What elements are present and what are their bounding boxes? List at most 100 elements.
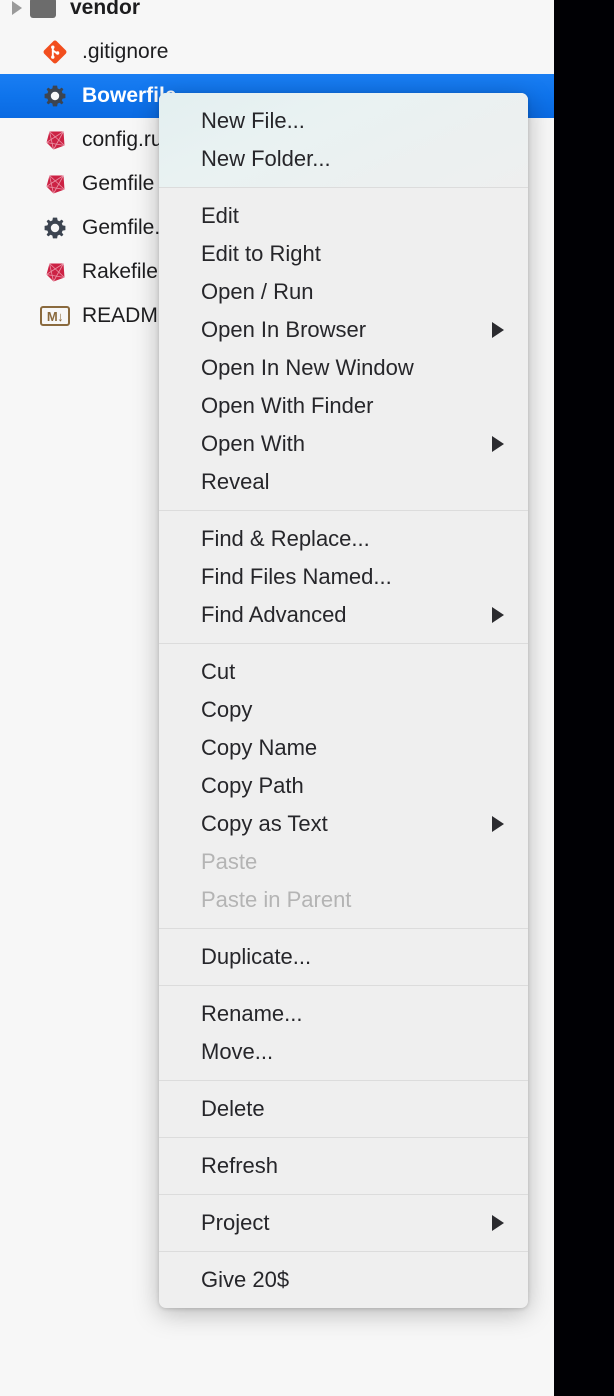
menu-section-pad-bottom: [159, 919, 528, 928]
menu-item[interactable]: Reveal: [159, 463, 528, 501]
ruby-icon-glyph: [45, 262, 65, 282]
submenu-arrow-icon[interactable]: [492, 322, 504, 338]
menu-item-label: Copy as Text: [201, 811, 328, 836]
menu-item-label: Open In Browser: [201, 317, 367, 342]
menu-section-pad-top: [159, 986, 528, 995]
submenu-arrow-icon[interactable]: [492, 607, 504, 623]
menu-item[interactable]: Copy: [159, 691, 528, 729]
menu-item-label: Edit: [201, 203, 239, 228]
git-icon: [38, 37, 72, 67]
file-tree-row[interactable]: vendor: [0, 0, 554, 30]
menu-section: Find & Replace... Find Files Named... Find…: [159, 511, 528, 643]
submenu-arrow-icon[interactable]: [492, 1215, 504, 1231]
menu-item[interactable]: Find Files Named...: [159, 558, 528, 596]
menu-item[interactable]: New File...: [159, 102, 528, 140]
menu-item-label: Move...: [201, 1039, 274, 1064]
menu-item-label: Refresh: [201, 1153, 279, 1178]
menu-item-label: Copy: [201, 697, 253, 722]
menu-item[interactable]: Edit: [159, 197, 528, 235]
menu-item-label: Project: [201, 1210, 270, 1235]
menu-section-pad-top: [159, 644, 528, 653]
menu-item[interactable]: Rename...: [159, 995, 528, 1033]
file-tree-row-label: Rakefile: [82, 260, 158, 283]
file-tree-row-label: config.ru: [82, 128, 163, 151]
menu-section-pad-top: [159, 1138, 528, 1147]
menu-section: Give 20$: [159, 1252, 528, 1308]
menu-item[interactable]: Copy Name: [159, 729, 528, 767]
git-icon-glyph: [43, 40, 67, 64]
menu-item[interactable]: Delete: [159, 1090, 528, 1128]
folder-icon-shape: [30, 0, 56, 18]
markdown-icon-glyph: M↓: [40, 306, 70, 326]
menu-section-pad-bottom: [159, 1299, 528, 1308]
menu-section: Project: [159, 1195, 528, 1251]
menu-item[interactable]: Duplicate...: [159, 938, 528, 976]
menu-section: Delete: [159, 1081, 528, 1137]
menu-item[interactable]: Open In Browser: [159, 311, 528, 349]
menu-item[interactable]: Cut: [159, 653, 528, 691]
menu-item[interactable]: Project: [159, 1204, 528, 1242]
menu-item[interactable]: Edit to Right: [159, 235, 528, 273]
menu-section-pad-top: [159, 1252, 528, 1261]
menu-item[interactable]: New Folder...: [159, 140, 528, 178]
submenu-arrow-icon[interactable]: [492, 816, 504, 832]
submenu-arrow-icon[interactable]: [492, 436, 504, 452]
ruby-icon-glyph: [45, 174, 65, 194]
menu-item-label: Duplicate...: [201, 944, 312, 969]
menu-item-label: Rename...: [201, 1001, 303, 1026]
menu-section-pad-bottom: [159, 634, 528, 643]
context-menu-sections: New File... New Folder... Edit Edit to Righ…: [159, 93, 528, 1308]
gear-icon-glyph: [44, 217, 66, 239]
context-menu[interactable]: New File... New Folder... Edit Edit to Righ…: [159, 93, 528, 1308]
menu-section-pad-bottom: [159, 1185, 528, 1194]
menu-section-pad-top: [159, 1195, 528, 1204]
file-tree-row-label: .gitignore: [82, 40, 169, 63]
menu-item[interactable]: Open / Run: [159, 273, 528, 311]
menu-section-pad-bottom: [159, 178, 528, 187]
menu-item-label: Give 20$: [201, 1267, 290, 1292]
menu-section: Rename... Move...: [159, 986, 528, 1080]
menu-item[interactable]: Copy Path: [159, 767, 528, 805]
gear-icon: [38, 81, 72, 111]
menu-item[interactable]: Open With Finder: [159, 387, 528, 425]
menu-item-label: Paste in Parent: [201, 887, 352, 912]
menu-item[interactable]: Find Advanced: [159, 596, 528, 634]
menu-item-label: Find Files Named...: [201, 564, 392, 589]
menu-item-label: Copy Path: [201, 773, 304, 798]
disclosure-triangle-icon[interactable]: [12, 1, 22, 15]
menu-item[interactable]: Move...: [159, 1033, 528, 1071]
file-tree-row-label: Gemfile: [82, 172, 155, 195]
file-tree-row-label: vendor: [70, 0, 141, 19]
menu-item[interactable]: Find & Replace...: [159, 520, 528, 558]
ruby-icon: [38, 257, 72, 287]
folder-icon: [26, 0, 60, 23]
gear-icon-glyph: [44, 85, 66, 107]
menu-item[interactable]: Copy as Text: [159, 805, 528, 843]
menu-section-pad-bottom: [159, 501, 528, 510]
markdown-icon: M↓: [38, 301, 72, 331]
ruby-icon: [38, 169, 72, 199]
ruby-icon-glyph: [45, 130, 65, 150]
menu-section-pad-bottom: [159, 976, 528, 985]
menu-item-label: Paste: [201, 849, 258, 874]
gear-icon: [38, 213, 72, 243]
menu-item: Paste in Parent: [159, 881, 528, 919]
menu-item[interactable]: Open With: [159, 425, 528, 463]
screenshot-root: vendor .gitignore Bowerfile config.ru Gemfil…: [0, 0, 614, 1396]
menu-item-label: Edit to Right: [201, 241, 321, 266]
ruby-icon: [38, 125, 72, 155]
menu-section: New File... New Folder...: [159, 93, 528, 187]
file-tree-row[interactable]: .gitignore: [0, 30, 554, 74]
menu-item[interactable]: Refresh: [159, 1147, 528, 1185]
menu-item-label: New Folder...: [201, 146, 331, 171]
menu-section: Duplicate...: [159, 929, 528, 985]
menu-section-pad-top: [159, 511, 528, 520]
menu-item[interactable]: Open In New Window: [159, 349, 528, 387]
menu-item-label: Open With Finder: [201, 393, 374, 418]
menu-item[interactable]: Give 20$: [159, 1261, 528, 1299]
menu-item-label: Find Advanced: [201, 602, 347, 627]
menu-item-label: Reveal: [201, 469, 270, 494]
menu-section-pad-bottom: [159, 1242, 528, 1251]
menu-section-pad-top: [159, 1081, 528, 1090]
menu-item-label: Delete: [201, 1096, 265, 1121]
